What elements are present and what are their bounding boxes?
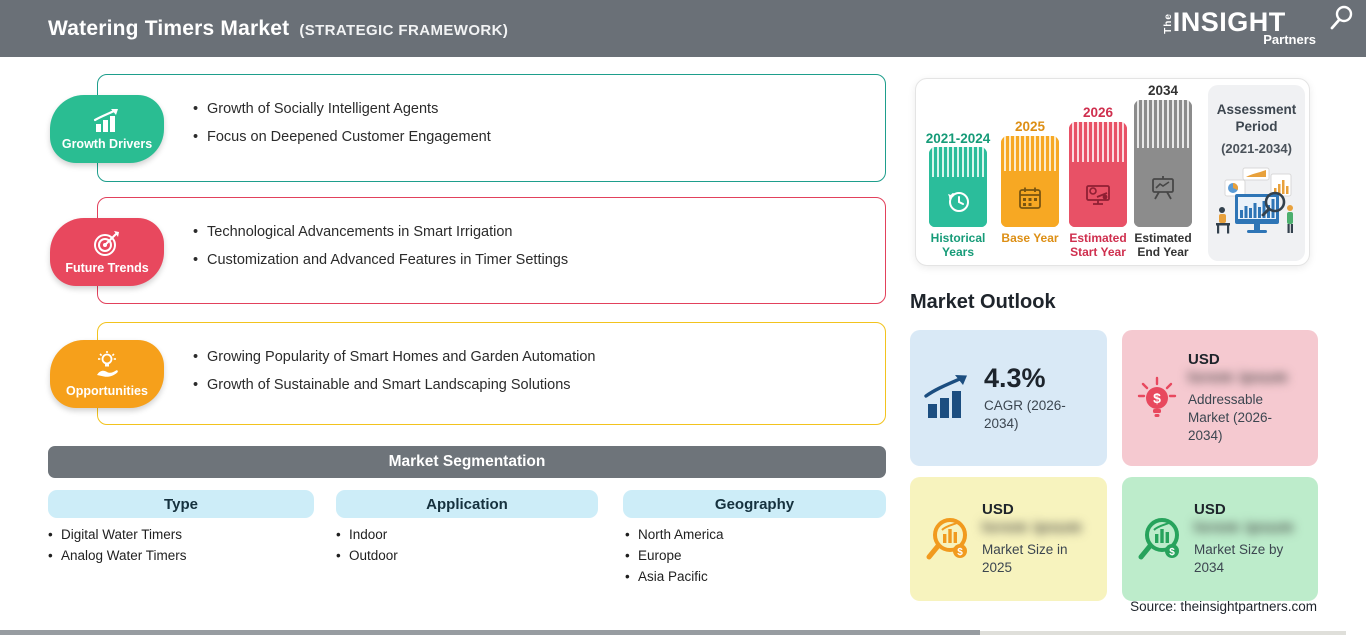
list-item: Growth of Socially Intelligent Agents (193, 95, 865, 123)
blurred-value: lorem ipsum (1188, 369, 1289, 386)
market-outlook-title: Market Outlook (910, 291, 1056, 313)
assessment-period-label: Assessment Period (1216, 102, 1297, 134)
list-item: Growing Popularity of Smart Homes and Ga… (193, 343, 865, 371)
growth-drivers-list: Growth of Socially Intelligent Agents Fo… (98, 75, 885, 151)
list-item: North America (625, 524, 724, 545)
bottom-edge-bar (0, 630, 980, 635)
source-attribution: Source: theinsightpartners.com (1130, 599, 1317, 614)
timeline-bar-start (1069, 122, 1127, 227)
insight-partners-logo: The INSIGHT Partners (1158, 5, 1352, 47)
timeline-year-label: 2034 (1147, 83, 1179, 98)
addressable-market-card: $ USD lorem ipsum Addressable Market (20… (1122, 330, 1318, 466)
list-item: Europe (625, 545, 724, 566)
page-subtitle: (STRATEGIC FRAMEWORK) (299, 21, 509, 39)
currency-label: USD (982, 501, 1014, 518)
analytics-scene-illustration (1213, 156, 1301, 242)
growth-drivers-panel: Growth of Socially Intelligent Agents Fo… (97, 74, 886, 182)
monitor-gear-icon (1083, 180, 1113, 208)
timeline-bar-base (1001, 136, 1059, 227)
card-label: Market Size in 2025 (982, 542, 1068, 575)
timeline-bar-historical (929, 147, 987, 227)
list-item: Customization and Advanced Features in T… (193, 246, 865, 274)
list-item: Analog Water Timers (48, 545, 187, 566)
badge-label: Opportunities (66, 383, 148, 398)
growth-drivers-badge: Growth Drivers (50, 95, 164, 163)
cagr-value: 4.3% (984, 363, 1046, 393)
magnifier-loop-icon (1329, 5, 1355, 31)
card-label: Market Size by 2034 (1194, 542, 1284, 575)
type-list: Digital Water Timers Analog Water Timers (48, 524, 187, 566)
timeline-year-label: 2021-2024 (925, 131, 991, 146)
future-trends-badge: Future Trends (50, 218, 164, 286)
timeline-caption: Base Year (1001, 231, 1059, 245)
header-titles: Watering Timers Market (STRATEGIC FRAMEW… (48, 17, 508, 41)
timeline-year-label: 2026 (1082, 105, 1114, 120)
timeline-bar-end (1134, 100, 1192, 227)
svg-text:$: $ (1169, 547, 1175, 558)
segment-header-type: Type (48, 490, 314, 518)
currency-label: USD (1188, 351, 1220, 368)
segment-header-geography: Geography (623, 490, 886, 518)
future-trends-list: Technological Advancements in Smart Irri… (98, 198, 885, 274)
list-item: Outdoor (336, 545, 398, 566)
bar-growth-icon (922, 374, 974, 422)
svg-text:$: $ (1153, 390, 1161, 406)
future-trends-panel: Technological Advancements in Smart Irri… (97, 197, 886, 304)
assessment-period-panel: Assessment Period (2021-2034) (1208, 85, 1305, 261)
list-item: Digital Water Timers (48, 524, 187, 545)
market-size-2034-card: $ USD lorem ipsum Market Size by 2034 (1122, 477, 1318, 601)
market-size-2025-card: $ USD lorem ipsum Market Size in 2025 (910, 477, 1107, 601)
card-label: Addressable Market (2026-2034) (1188, 392, 1273, 443)
target-icon (92, 230, 122, 258)
list-item: Asia Pacific (625, 566, 724, 587)
list-item: Focus on Deepened Customer Engagement (193, 123, 865, 151)
growth-chart-icon (90, 108, 124, 134)
list-item: Indoor (336, 524, 398, 545)
geography-list: North America Europe Asia Pacific (625, 524, 724, 587)
blurred-value: lorem ipsum (1194, 519, 1295, 536)
magnifier-chart-orange-icon: $ (922, 513, 974, 565)
cagr-label: CAGR (2026-2034) (984, 398, 1066, 431)
history-clock-icon (943, 187, 973, 217)
application-list: Indoor Outdoor (336, 524, 398, 566)
list-item: Growth of Sustainable and Smart Landscap… (193, 371, 865, 399)
currency-label: USD (1194, 501, 1226, 518)
timeline-year-label: 2025 (1014, 119, 1046, 134)
segmentation-title: Market Segmentation (388, 453, 546, 470)
calendar-icon (1016, 185, 1044, 213)
badge-label: Future Trends (65, 260, 149, 275)
logo-insight: INSIGHT (1173, 5, 1352, 36)
magnifier-chart-green-icon: $ (1134, 513, 1186, 565)
bulb-hand-icon (92, 350, 122, 381)
page-title: Watering Timers Market (48, 16, 290, 40)
assessment-period-range: (2021-2034) (1221, 141, 1292, 156)
timeline-caption: Historical Years (930, 231, 986, 259)
segment-header-application: Application (336, 490, 598, 518)
timeline-caption: Estimated End Year (1134, 231, 1192, 259)
header-bar: Watering Timers Market (STRATEGIC FRAMEW… (0, 0, 1366, 57)
list-item: Technological Advancements in Smart Irri… (193, 218, 865, 246)
timeline-card: 2021-2024 Historical Years 2025 Base Yea… (915, 78, 1310, 266)
opportunities-badge: Opportunities (50, 340, 164, 408)
opportunities-panel: Growing Popularity of Smart Homes and Ga… (97, 322, 886, 425)
badge-label: Growth Drivers (61, 136, 153, 151)
bulb-dollar-icon: $ (1134, 372, 1180, 424)
market-segmentation-bar: Market Segmentation (48, 446, 886, 478)
opportunities-list: Growing Popularity of Smart Homes and Ga… (98, 323, 885, 399)
presentation-icon (1148, 174, 1178, 202)
cagr-card: 4.3% CAGR (2026-2034) (910, 330, 1107, 466)
svg-text:$: $ (957, 547, 963, 558)
bottom-edge-bar-light (980, 631, 1346, 635)
blurred-value: lorem ipsum (982, 519, 1083, 536)
